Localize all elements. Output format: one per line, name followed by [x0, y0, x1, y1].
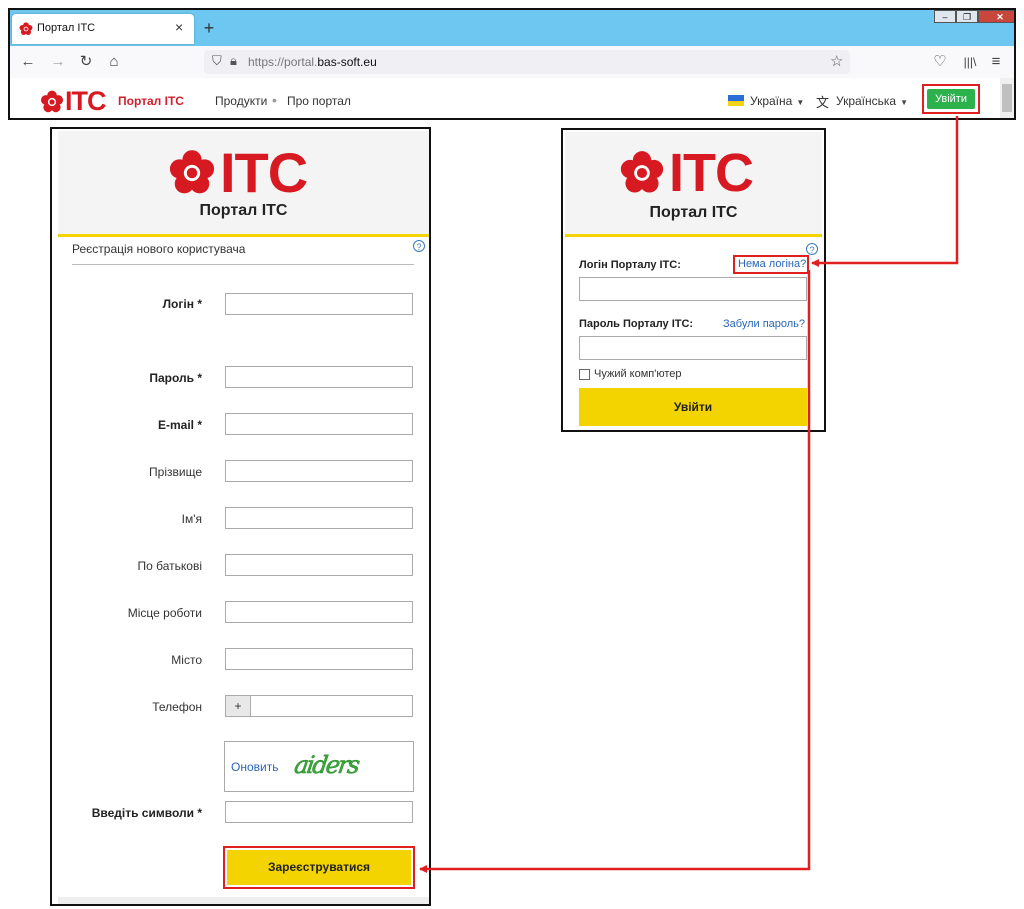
patronymic-input[interactable] — [225, 554, 413, 576]
email-field[interactable] — [225, 413, 413, 435]
help-icon[interactable]: ? — [806, 243, 818, 255]
workplace-label: Місце роботи — [127, 606, 202, 620]
surname-input[interactable] — [225, 460, 413, 482]
shield-icon[interactable]: ⛉ — [212, 53, 222, 69]
logo-text: ITC — [65, 86, 106, 116]
register-button-highlight: Зареєструватися — [223, 846, 415, 889]
minimize-icon[interactable]: – — [934, 10, 956, 23]
new-tab-icon[interactable]: + — [196, 14, 222, 42]
back-icon[interactable]: ← — [18, 52, 38, 72]
registration-subtitle: Реєстрація нового користувача — [72, 242, 246, 256]
navigation-bar: ← → ↻ ⌂ ⛉ 🔒︎ https://portal.bas-soft.eu … — [10, 46, 1014, 79]
maximize-icon[interactable]: ❐ — [956, 10, 978, 23]
login-logo: ITC — [619, 143, 754, 203]
reload-icon[interactable]: ↻ — [76, 52, 96, 72]
registration-footer-strip — [58, 897, 429, 904]
city-label: Місто — [171, 653, 202, 667]
arrow-login-to-no-login — [811, 116, 959, 267]
captcha-image: aiders — [293, 751, 362, 779]
pocket-icon[interactable]: ♡ — [930, 52, 950, 72]
reg-password-input[interactable] — [225, 366, 413, 388]
registration-logo: ITC — [168, 141, 308, 204]
no-login-link[interactable]: Нема логіна? — [738, 258, 806, 270]
menu-icon[interactable]: ≡ — [986, 52, 1006, 72]
login-header: ITC Портал ІТС — [565, 132, 822, 236]
flower-logo-icon — [19, 22, 33, 35]
browser-window: Портал ІТС × + – ❐ ✕ ← → ↻ ⌂ ⛉ 🔒︎ https:… — [8, 8, 1016, 120]
phone-input[interactable] — [250, 695, 413, 717]
tab-strip: Портал ІТС × + – ❐ ✕ — [10, 10, 1014, 46]
login-submit-button[interactable]: Увійти — [579, 388, 807, 426]
help-icon[interactable]: ? — [413, 240, 425, 252]
first-name-input[interactable] — [225, 507, 413, 529]
email-label: E-mail * — [157, 418, 202, 432]
captcha-refresh-link[interactable]: Оновить — [231, 760, 278, 774]
page-scrollbar[interactable] — [1000, 78, 1014, 118]
portal-login-label: Логін Порталу ІТС: — [579, 259, 681, 271]
portal-title: Портал ІТС — [649, 204, 738, 221]
nav-products[interactable]: Продукти — [215, 94, 267, 108]
forward-icon[interactable]: → — [48, 52, 68, 72]
logo-text: ITC — [669, 143, 754, 203]
star-icon[interactable]: ☆ — [830, 52, 843, 70]
surname-label: Прізвище — [149, 465, 202, 479]
url-text[interactable]: https://portal.bas-soft.eu — [248, 55, 377, 69]
foreign-computer-checkbox[interactable] — [579, 369, 590, 380]
portal-login-input[interactable] — [579, 277, 807, 301]
site-header: ITC Портал ІТС Продукти • Про портал Укр… — [10, 78, 1000, 118]
yellow-divider — [565, 234, 822, 237]
password-label: Пароль * — [149, 371, 202, 385]
forgot-password-link[interactable]: Забули пароль? — [723, 318, 805, 330]
flower-logo-icon — [40, 90, 64, 112]
tab-close-icon[interactable]: × — [175, 19, 183, 35]
captcha-text: aiders — [293, 751, 362, 779]
first-name-label: Ім'я — [181, 512, 202, 526]
register-button[interactable]: Зареєструватися — [227, 850, 411, 885]
portal-password-label: Пароль Порталу ІТС: — [579, 318, 694, 330]
window-close-icon[interactable]: ✕ — [978, 10, 1014, 23]
yellow-divider — [58, 234, 429, 237]
chevron-down-icon: ▼ — [796, 98, 805, 107]
nav-about[interactable]: Про портал — [287, 94, 351, 108]
phone-label: Телефон — [152, 700, 202, 714]
country-select[interactable]: Україна ▼ — [750, 94, 804, 108]
patronymic-label: По батькові — [137, 559, 203, 573]
registration-panel: ITC Портал ІТС Реєстрація нового користу… — [50, 127, 431, 906]
chevron-down-icon: ▼ — [900, 98, 909, 107]
site-title[interactable]: Портал ІТС — [118, 94, 184, 108]
language-icon[interactable]: 文 — [816, 92, 829, 111]
city-input[interactable] — [225, 648, 413, 670]
nav-separator: • — [272, 92, 277, 108]
no-login-highlight: Нема логіна? — [733, 255, 809, 274]
portal-title: Портал ІТС — [199, 202, 288, 219]
portal-password-input[interactable] — [579, 336, 807, 360]
flower-logo-icon — [169, 150, 215, 194]
workplace-input[interactable] — [225, 601, 413, 623]
login-button-highlight: Увійти — [922, 84, 980, 114]
logo-text: ITC — [220, 141, 308, 204]
library-icon[interactable]: |||\ — [960, 52, 980, 72]
site-logo[interactable]: ITC — [40, 86, 106, 117]
flower-logo-icon — [620, 151, 664, 193]
captcha-input[interactable] — [225, 801, 413, 823]
subtitle-divider — [72, 264, 414, 265]
login-panel: ITC Портал ІТС ? Логін Порталу ІТС: Нема… — [561, 128, 826, 432]
reg-login-input[interactable] — [225, 293, 413, 315]
header-login-button[interactable]: Увійти — [927, 89, 975, 109]
ukraine-flag-icon[interactable] — [728, 95, 744, 106]
captcha-label: Введіть символи * — [91, 806, 202, 820]
phone-country-code-button[interactable]: + — [225, 695, 251, 717]
captcha-box: Оновить aiders — [224, 741, 414, 792]
login-label: Логін * — [162, 297, 202, 311]
foreign-computer-label[interactable]: Чужий комп'ютер — [594, 368, 682, 380]
browser-tab[interactable]: Портал ІТС × — [12, 14, 194, 44]
address-bar[interactable]: ⛉ 🔒︎ https://portal.bas-soft.eu ☆ — [204, 50, 850, 74]
registration-header: ITC Портал ІТС — [58, 131, 429, 236]
language-select[interactable]: Українська ▼ — [836, 94, 908, 108]
lock-icon[interactable]: 🔒︎ — [230, 53, 237, 69]
tab-title: Портал ІТС — [37, 22, 96, 34]
home-icon[interactable]: ⌂ — [104, 52, 124, 72]
